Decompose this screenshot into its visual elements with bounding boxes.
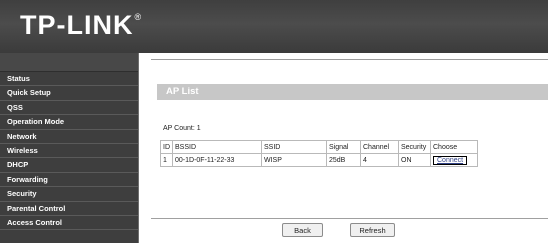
cell-channel: 4 <box>360 153 399 167</box>
refresh-button[interactable]: Refresh <box>350 223 395 237</box>
sidebar-item-network[interactable]: Network <box>0 130 138 144</box>
cell-security: ON <box>398 153 431 167</box>
header-security: Security <box>398 140 431 154</box>
page-title: AP List <box>166 86 199 97</box>
sidebar-item-security[interactable]: Security <box>0 187 138 202</box>
sidebar-item-status[interactable]: Status <box>0 72 138 87</box>
header-choose: Choose <box>430 140 478 154</box>
header-id: ID <box>160 140 173 154</box>
sidebar-item-wireless[interactable]: Wireless <box>0 144 138 159</box>
back-button[interactable]: Back <box>282 223 323 237</box>
header-signal: Signal <box>326 140 361 154</box>
table-header-row: ID BSSID SSID Signal Channel Security Ch… <box>160 140 478 154</box>
header-ssid: SSID <box>261 140 327 154</box>
cell-bssid: 00-1D-0F-11-22-33 <box>172 153 262 167</box>
ap-count: AP Count: 1 <box>163 125 201 132</box>
sidebar-item-quick-setup[interactable]: Quick Setup <box>0 86 138 101</box>
connect-link[interactable]: Connect <box>433 155 468 165</box>
ap-count-value: 1 <box>196 125 201 132</box>
ap-list-table: ID BSSID SSID Signal Channel Security Ch… <box>160 140 478 167</box>
sidebar-item-qss[interactable]: QSS <box>0 101 138 116</box>
sidebar-item-operation-mode[interactable]: Operation Mode <box>0 115 138 130</box>
main-content: AP List AP Count: 1 ID BSSID SSID Signal… <box>138 53 548 243</box>
tp-link-logo: TP-LINK® <box>20 10 143 40</box>
sidebar-item-forwarding[interactable]: Forwarding <box>0 173 138 188</box>
bottom-divider <box>151 218 548 219</box>
sidebar-menu: Status Quick Setup QSS Operation Mode Ne… <box>0 53 138 243</box>
cell-ssid: WISP <box>261 153 327 167</box>
ap-count-label: AP Count: <box>163 125 195 132</box>
table-row: 1 00-1D-0F-11-22-33 WISP 25dB 4 ON Conne… <box>160 153 478 167</box>
sidebar-item-access-control[interactable]: Access Control <box>0 216 138 231</box>
sidebar-spacer <box>0 53 138 72</box>
cell-signal: 25dB <box>326 153 361 167</box>
header-bssid: BSSID <box>172 140 262 154</box>
sidebar-item-dhcp[interactable]: DHCP <box>0 158 138 173</box>
cell-id: 1 <box>160 153 173 167</box>
sidebar-item-parental-control[interactable]: Parental Control <box>0 202 138 216</box>
cell-choose: Connect <box>430 153 478 167</box>
page-title-bar: AP List <box>157 84 548 100</box>
top-divider <box>151 59 548 60</box>
header-banner: TP-LINK® <box>0 0 548 53</box>
header-channel: Channel <box>360 140 399 154</box>
